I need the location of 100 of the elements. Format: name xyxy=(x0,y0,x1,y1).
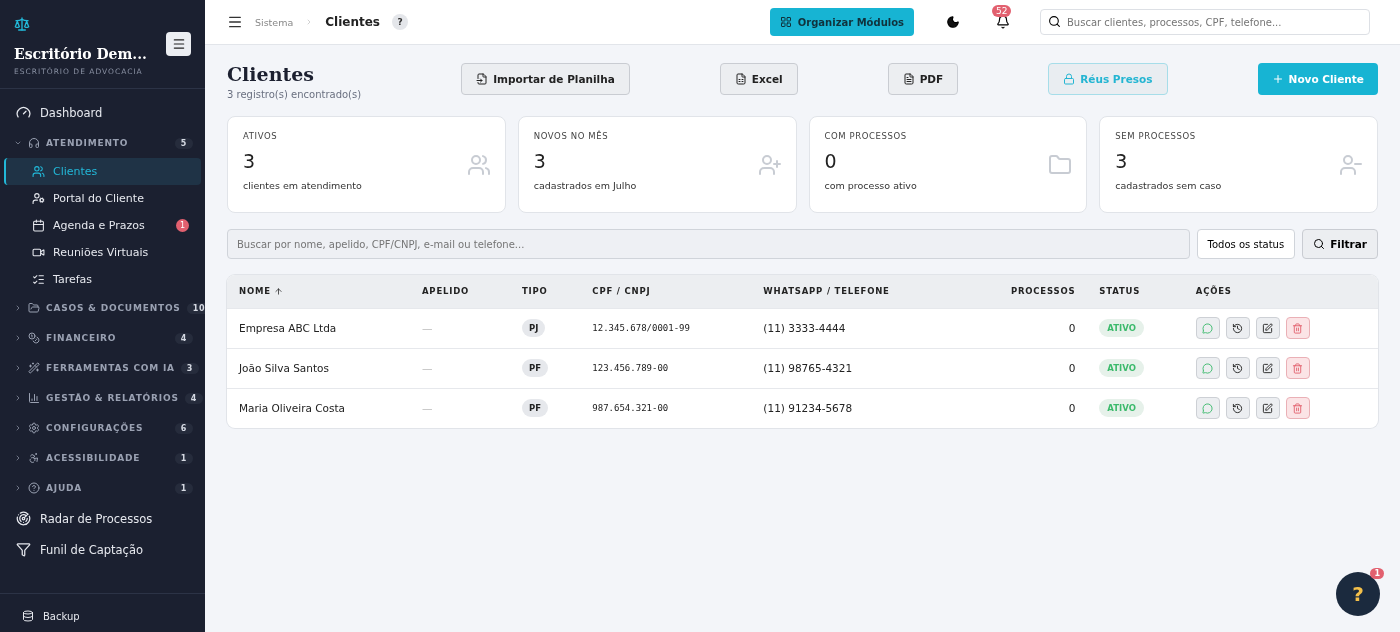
chat-icon xyxy=(1202,402,1214,414)
column-header[interactable]: APELIDO xyxy=(421,286,470,297)
history-icon xyxy=(1232,362,1244,374)
status-select[interactable]: Todos os status xyxy=(1196,229,1296,259)
table-cell: 0 xyxy=(962,308,1088,348)
organize-button[interactable]: Organizar Módulos xyxy=(769,8,914,36)
scales-icon xyxy=(14,16,30,32)
delete-button[interactable] xyxy=(1285,397,1310,420)
calendar-icon xyxy=(32,219,45,232)
chevron-icon xyxy=(14,454,22,462)
headset-icon xyxy=(28,137,40,149)
coins-icon xyxy=(28,332,40,344)
column-header[interactable]: NOME xyxy=(239,286,283,297)
table-cell: (11) 98765-4321 xyxy=(751,348,963,388)
stat-value: 0 xyxy=(824,150,837,172)
gauge-icon xyxy=(16,105,31,120)
moon-icon xyxy=(946,15,960,29)
delete-button[interactable] xyxy=(1285,357,1310,379)
record-count: 3 registro(s) encontrado(s) xyxy=(227,89,362,100)
history-button[interactable] xyxy=(1225,357,1250,379)
nav-link[interactable]: Funil de Captação xyxy=(4,534,201,565)
sort-arrow-icon xyxy=(273,286,283,296)
count-badge: 6 xyxy=(174,422,193,434)
folder-icon xyxy=(28,302,40,314)
stat-value: 3 xyxy=(533,150,546,172)
column-header[interactable]: STATUS xyxy=(1099,286,1141,297)
column-header[interactable]: AÇÕES xyxy=(1195,286,1232,297)
brand-title: Escritório Dem... xyxy=(14,46,147,62)
history-button[interactable] xyxy=(1225,317,1250,339)
column-header[interactable]: TIPO xyxy=(521,286,548,297)
user-plus-icon xyxy=(757,153,782,177)
nav-group[interactable]: ACESSIBILIDADE 1 xyxy=(4,443,201,473)
delete-button[interactable] xyxy=(1285,317,1310,339)
nav-link[interactable]: Dashboard xyxy=(4,97,201,128)
table-cell: João Silva Santos xyxy=(227,348,410,388)
chevron-icon xyxy=(14,484,22,492)
menu-icon[interactable] xyxy=(227,14,243,30)
edit-button[interactable] xyxy=(1255,357,1280,379)
notifications-button[interactable] xyxy=(996,15,1010,29)
video-icon xyxy=(32,246,45,259)
grid-icon xyxy=(779,16,792,28)
table-cell: Empresa ABC Ltda xyxy=(227,308,410,348)
chevron-icon xyxy=(14,334,22,342)
theme-button[interactable] xyxy=(946,15,960,29)
empty-value: — xyxy=(421,322,433,334)
action-button[interactable]: PDF xyxy=(887,63,959,95)
search-field[interactable]: Buscar por nome, apelido, CPF/CNPJ, e-mail ou telefone... xyxy=(227,229,1190,259)
nav-group[interactable]: GESTÃO & RELATÓRIOS 4 xyxy=(4,383,201,413)
nav-group[interactable]: CONFIGURAÇÕES 6 xyxy=(4,413,201,443)
edit-button[interactable] xyxy=(1255,397,1280,420)
column-header[interactable]: WHATSAPP / TELEFONE xyxy=(763,286,890,297)
chevron-icon xyxy=(14,364,22,372)
nav-item[interactable]: Clientes xyxy=(4,158,201,185)
nav-group[interactable]: FERRAMENTAS COM IA 3 xyxy=(4,353,201,383)
history-icon xyxy=(1232,322,1244,334)
help-icon xyxy=(28,482,40,494)
spreadsheet-icon xyxy=(734,73,747,85)
nav-link[interactable]: Backup xyxy=(0,602,205,630)
count-badge: 3 xyxy=(180,362,200,374)
nav-item[interactable]: Reuniões Virtuais xyxy=(4,239,201,266)
nav-link[interactable]: Radar de Processos xyxy=(4,503,201,534)
plus-icon xyxy=(1271,73,1284,85)
nav-group[interactable]: FINANCEIRO 4 xyxy=(4,323,201,353)
search-field[interactable]: Buscar clientes, processos, CPF, telefone... xyxy=(1040,9,1370,35)
edit-button[interactable] xyxy=(1255,317,1280,339)
nav-group[interactable]: AJUDA 1 xyxy=(4,473,201,503)
action-button[interactable]: Importar de Planilha xyxy=(461,63,630,95)
breadcrumb-item[interactable]: Sistema xyxy=(255,16,294,28)
empty-value: — xyxy=(421,362,433,374)
type-tag: PF xyxy=(521,399,548,418)
nav-item[interactable]: Agenda e Prazos 1 xyxy=(4,212,201,239)
chat-icon xyxy=(1202,362,1214,374)
nav-group[interactable]: ATENDIMENTO 5 xyxy=(4,128,201,158)
import-icon xyxy=(476,73,489,85)
action-button[interactable]: Excel xyxy=(719,63,798,95)
table-cell: 0 xyxy=(962,348,1088,388)
nav-item[interactable]: Portal do Cliente xyxy=(4,185,201,212)
menu-button[interactable] xyxy=(166,32,191,56)
nav-item[interactable]: Tarefas xyxy=(4,266,201,293)
table-cell: (11) 3333-4444 xyxy=(751,308,963,348)
column-header[interactable]: PROCESSOS xyxy=(1010,286,1076,297)
status-tag: ATIVO xyxy=(1099,319,1144,337)
user-gear-icon xyxy=(32,192,45,205)
stat-label: COM PROCESSOS xyxy=(824,131,908,141)
chart-icon xyxy=(28,392,40,404)
folder-icon xyxy=(1048,153,1073,177)
filter-button[interactable]: Filtrar xyxy=(1302,229,1378,259)
help-badge[interactable]: ? xyxy=(392,14,408,30)
history-icon xyxy=(1232,402,1244,414)
stat-caption: cadastrados sem caso xyxy=(1115,180,1223,191)
chevron-icon xyxy=(14,139,22,147)
gear-icon xyxy=(28,422,40,434)
table-cell: (11) 91234-5678 xyxy=(751,388,963,428)
database-icon xyxy=(22,610,34,622)
count-badge: 4 xyxy=(184,392,204,404)
count-badge: 1 xyxy=(174,452,193,464)
wand-icon xyxy=(28,362,40,374)
column-header[interactable]: CPF / CNPJ xyxy=(592,286,651,297)
history-button[interactable] xyxy=(1225,397,1250,420)
alert-badge: 1 xyxy=(176,219,189,232)
